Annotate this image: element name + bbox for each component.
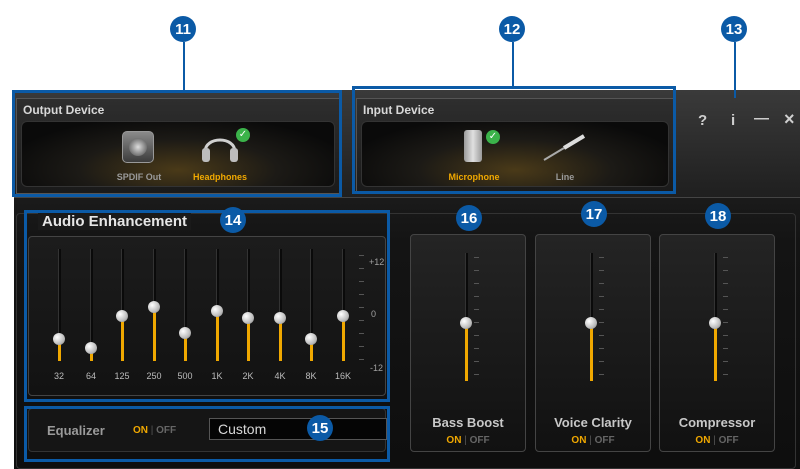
- effect-panel: Compressor ON | OFF: [659, 234, 775, 452]
- effect-tick: [723, 309, 728, 310]
- effect-tick: [723, 283, 728, 284]
- info-button[interactable]: i: [731, 112, 735, 129]
- effect-name: Voice Clarity: [554, 415, 632, 430]
- effect-tick: [599, 348, 604, 349]
- effect-off[interactable]: OFF: [470, 435, 490, 446]
- minimize-button[interactable]: —: [754, 110, 769, 127]
- effect-tick: [723, 361, 728, 362]
- effect-tick: [723, 322, 728, 323]
- effect-slider-fill: [465, 323, 468, 381]
- effect-name: Compressor: [678, 415, 756, 430]
- effect-tick: [474, 322, 479, 323]
- effect-tick: [474, 283, 479, 284]
- close-button[interactable]: ×: [784, 109, 795, 130]
- callout-13-leader: [734, 42, 736, 98]
- effect-slider-knob[interactable]: [585, 317, 597, 330]
- callout-18: 18: [705, 203, 731, 229]
- effect-tick: [474, 348, 479, 349]
- callout-12: 12: [499, 16, 525, 42]
- toggle-separator: |: [586, 435, 595, 446]
- effect-tick: [474, 361, 479, 362]
- callout-16: 16: [456, 205, 482, 231]
- effect-on[interactable]: ON: [446, 435, 461, 446]
- effect-panel: Bass Boost ON | OFF: [410, 234, 526, 452]
- effect-on[interactable]: ON: [571, 435, 586, 446]
- input-device-highlight: [352, 86, 676, 194]
- effect-tick: [599, 296, 604, 297]
- effect-tick: [723, 348, 728, 349]
- toggle-separator: |: [710, 435, 719, 446]
- callout-11: 11: [170, 16, 196, 42]
- effect-toggle[interactable]: ON | OFF: [536, 435, 650, 446]
- callout-12-leader: [512, 42, 514, 88]
- effect-toggle[interactable]: ON | OFF: [411, 435, 525, 446]
- effect-off[interactable]: OFF: [719, 435, 739, 446]
- effect-toggle[interactable]: ON | OFF: [660, 435, 774, 446]
- effect-tick: [599, 374, 604, 375]
- effect-tick: [723, 296, 728, 297]
- callout-14: 14: [220, 207, 246, 233]
- effect-tick: [723, 270, 728, 271]
- effect-tick: [723, 335, 728, 336]
- effect-off[interactable]: OFF: [595, 435, 615, 446]
- effect-slider-knob[interactable]: [460, 317, 472, 330]
- effect-tick: [599, 322, 604, 323]
- effect-tick: [474, 257, 479, 258]
- callout-17: 17: [581, 201, 607, 227]
- effect-slider-fill: [714, 323, 717, 381]
- effect-tick: [599, 335, 604, 336]
- effect-name: Bass Boost: [432, 415, 504, 430]
- effect-tick: [723, 374, 728, 375]
- toggle-separator: |: [461, 435, 470, 446]
- help-button[interactable]: ?: [698, 112, 707, 129]
- effect-tick: [474, 296, 479, 297]
- callout-15: 15: [307, 415, 333, 441]
- effect-slider-knob[interactable]: [709, 317, 721, 330]
- equalizer-highlight: [24, 406, 390, 462]
- effect-tick: [474, 270, 479, 271]
- effect-panel: Voice Clarity ON | OFF: [535, 234, 651, 452]
- effect-tick: [599, 257, 604, 258]
- effect-tick: [599, 361, 604, 362]
- effect-tick: [599, 270, 604, 271]
- callout-13: 13: [721, 16, 747, 42]
- effect-slider-fill: [590, 323, 593, 381]
- output-device-highlight: [12, 90, 342, 197]
- effect-tick: [474, 309, 479, 310]
- callout-11-leader: [183, 42, 185, 92]
- effect-tick: [474, 335, 479, 336]
- effect-tick: [599, 309, 604, 310]
- effect-on[interactable]: ON: [695, 435, 710, 446]
- effect-tick: [599, 283, 604, 284]
- audio-enhancement-highlight: [24, 210, 390, 402]
- effect-tick: [474, 374, 479, 375]
- effect-tick: [723, 257, 728, 258]
